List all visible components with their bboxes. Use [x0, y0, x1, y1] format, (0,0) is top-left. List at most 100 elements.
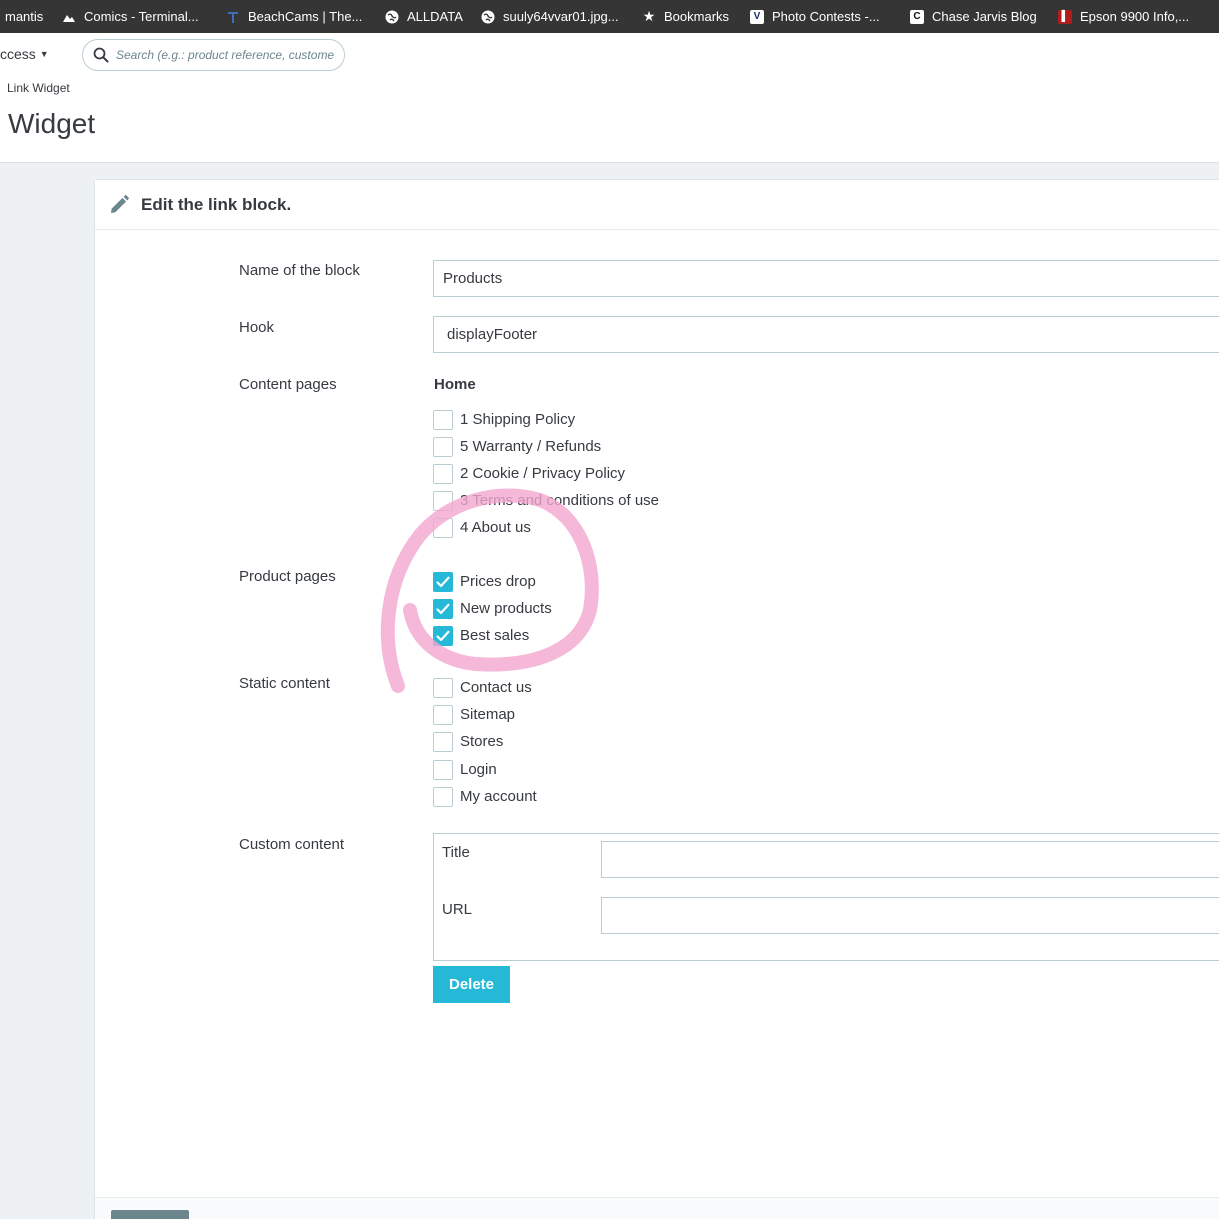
panel-title: Edit the link block.: [141, 194, 292, 214]
bookmark-photo-contests[interactable]: V Photo Contests -...: [750, 0, 880, 33]
custom-url-input[interactable]: [601, 897, 1219, 934]
checkbox-warranty-refunds[interactable]: 5 Warranty / Refunds: [433, 436, 601, 457]
bookmark-beachcams[interactable]: BeachCams | The...: [226, 0, 362, 33]
checkmark-icon: [436, 630, 450, 641]
page-header: ccess ▼ Link Widget Widget: [0, 33, 1219, 163]
bookmark-alldata[interactable]: ALLDATA: [385, 0, 463, 33]
checkbox-box[interactable]: [433, 571, 453, 592]
footer-button[interactable]: [111, 1210, 189, 1219]
checkbox-box[interactable]: [433, 490, 453, 511]
globe-icon: [481, 10, 495, 24]
checkbox-about-us[interactable]: 4 About us: [433, 517, 531, 538]
bookmark-label: suuly64vvar01.jpg...: [503, 9, 619, 24]
v-logo-icon: V: [750, 9, 764, 24]
checkbox-label: 5 Warranty / Refunds: [460, 438, 602, 455]
cj-logo-icon: C: [910, 9, 924, 24]
name-input[interactable]: [433, 260, 1219, 297]
custom-content-box: Title URL: [433, 833, 1219, 961]
checkbox-label: 4 About us: [460, 519, 531, 536]
checkbox-box[interactable]: [433, 677, 453, 698]
checkbox-label: Sitemap: [460, 706, 516, 723]
checkbox-label: 1 Shipping Policy: [460, 411, 576, 428]
content-pages-group-home: Home: [434, 376, 476, 393]
custom-title-input[interactable]: [601, 841, 1219, 878]
hook-label: Hook: [239, 319, 275, 336]
checkbox-new-products[interactable]: New products: [433, 598, 552, 619]
search-input[interactable]: [116, 48, 336, 62]
content-pages-label: Content pages: [239, 376, 337, 393]
checkbox-label: 2 Cookie / Privacy Policy: [460, 465, 626, 482]
bookmark-label: Epson 9900 Info,...: [1080, 9, 1190, 24]
quick-access-label: ccess: [0, 46, 36, 62]
custom-url-label: URL: [442, 901, 473, 918]
checkbox-box[interactable]: [433, 436, 453, 457]
checkmark-icon: [436, 603, 450, 614]
checkbox-cookie-privacy[interactable]: 2 Cookie / Privacy Policy: [433, 463, 625, 484]
checkbox-label: Prices drop: [460, 573, 536, 590]
bookmark-bookmarks[interactable]: ★ Bookmarks: [642, 0, 729, 33]
bookmark-label: mantis: [5, 9, 44, 24]
search-icon: [93, 47, 109, 63]
checkbox-box[interactable]: [433, 463, 453, 484]
caret-down-icon: ▼: [39, 49, 49, 59]
custom-title-label: Title: [442, 844, 470, 861]
checkbox-box[interactable]: [433, 704, 453, 725]
bookmarks-bar: mantis Comics - Terminal... BeachCams | …: [0, 0, 1219, 33]
checkbox-label: Best sales: [460, 627, 530, 644]
checkbox-box[interactable]: [433, 625, 453, 646]
bookmark-label: BeachCams | The...: [248, 9, 363, 24]
page-title-text: Widget: [8, 108, 96, 139]
bookmark-chase-jarvis[interactable]: C Chase Jarvis Blog: [910, 0, 1037, 33]
bookmark-label: Comics - Terminal...: [84, 9, 199, 24]
checkbox-box[interactable]: [433, 598, 453, 619]
bookmark-suuly[interactable]: suuly64vvar01.jpg...: [481, 0, 619, 33]
star-icon: ★: [642, 8, 656, 24]
panel-footer: [95, 1197, 1219, 1219]
checkbox-label: Login: [460, 761, 497, 778]
bookmark-epson[interactable]: ▌ Epson 9900 Info,...: [1058, 0, 1189, 33]
checkbox-terms-conditions[interactable]: 3 Terms and conditions of use: [433, 490, 659, 511]
checkbox-shipping-policy[interactable]: 1 Shipping Policy: [433, 409, 575, 430]
checkbox-label: Contact us: [460, 679, 532, 696]
bookmark-label: Bookmarks: [664, 9, 730, 24]
pencil-icon: [111, 194, 129, 213]
checkbox-box[interactable]: [433, 731, 453, 752]
checkmark-icon: [436, 576, 450, 587]
checkbox-box[interactable]: [433, 409, 453, 430]
bookmark-label: Photo Contests -...: [772, 9, 880, 24]
checkbox-best-sales[interactable]: Best sales: [433, 625, 529, 646]
beachcams-icon: [226, 10, 240, 24]
custom-content-label: Custom content: [239, 836, 345, 853]
bookmark-label: Chase Jarvis Blog: [932, 9, 1037, 24]
checkbox-stores[interactable]: Stores: [433, 731, 503, 752]
name-label: Name of the block: [239, 262, 360, 279]
panel-heading: Edit the link block.: [95, 180, 1219, 230]
hook-input[interactable]: [433, 316, 1219, 353]
checkbox-sitemap[interactable]: Sitemap: [433, 704, 515, 725]
checkbox-label: New products: [460, 600, 552, 617]
globe-icon: [385, 10, 399, 24]
quick-access-menu[interactable]: ccess ▼: [0, 43, 49, 65]
edit-link-block-panel: Edit the link block. Name of the block H…: [94, 179, 1219, 1219]
checkbox-label: 3 Terms and conditions of use: [460, 492, 660, 509]
search-box[interactable]: [82, 39, 345, 71]
epson-icon: ▌: [1058, 9, 1072, 24]
bookmark-label: ALLDATA: [407, 9, 463, 24]
static-content-label: Static content: [239, 675, 330, 692]
checkbox-prices-drop[interactable]: Prices drop: [433, 571, 536, 592]
checkbox-label: Stores: [460, 733, 504, 750]
checkbox-box[interactable]: [433, 759, 453, 780]
checkbox-login[interactable]: Login: [433, 759, 497, 780]
checkbox-box[interactable]: [433, 517, 453, 538]
mountain-icon: [62, 10, 76, 24]
checkbox-contact-us[interactable]: Contact us: [433, 677, 532, 698]
product-pages-label: Product pages: [239, 568, 336, 585]
checkbox-label: My account: [460, 788, 537, 805]
bookmark-comics[interactable]: Comics - Terminal...: [62, 0, 199, 33]
bookmark-mantis[interactable]: mantis: [5, 0, 43, 33]
delete-button[interactable]: Delete: [433, 966, 510, 1003]
breadcrumb[interactable]: Link Widget: [7, 81, 70, 95]
checkbox-box[interactable]: [433, 786, 453, 807]
page-title: Widget: [0, 108, 95, 140]
checkbox-my-account[interactable]: My account: [433, 786, 537, 807]
